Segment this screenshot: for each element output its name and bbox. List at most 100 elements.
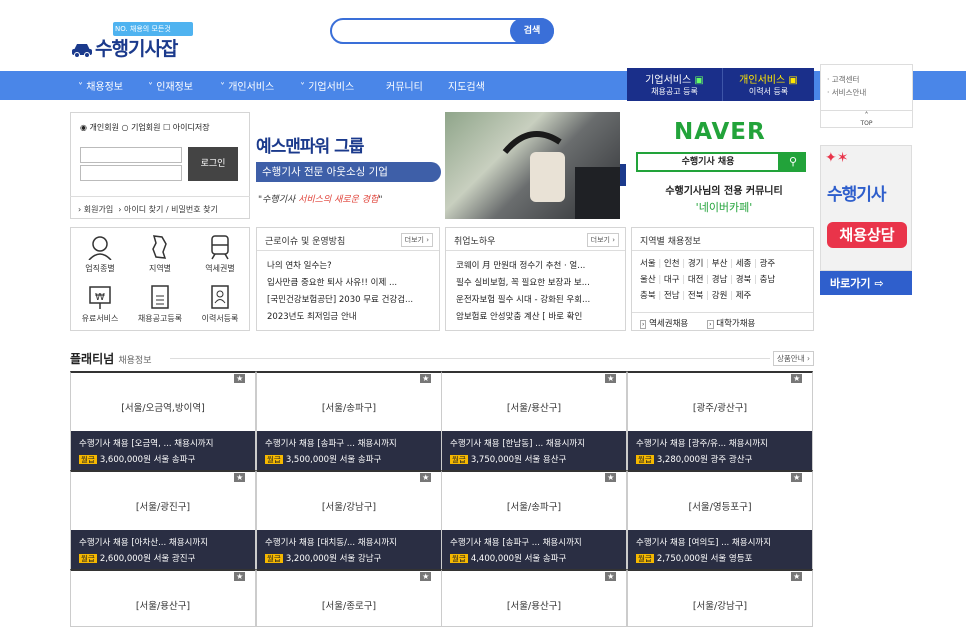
job-tips-panel: 취업노하우 더보기 › 코웨이 月 만원대 정수기 추천 · 얼... 필수 실비… [445,227,626,331]
personal-service-button[interactable]: 개인서비스 ▣ 이력서 등록 [722,68,814,101]
join-link[interactable]: 회원가입 [84,205,113,214]
job-card[interactable]: ★ + [서울/강남구] 수행기사 채용 [대치동/... 채용시까지 월급 3,200,… [256,470,442,570]
naver-cafe-banner[interactable]: NAVER 수행기사 채용 ⚲ 수행기사님의 전용 커뮤니티 '네이버카페' [634,112,814,219]
region-link[interactable]: 제주 [736,291,752,301]
list-item[interactable]: 2023년도 최저임금 안내 [257,309,439,326]
job-card[interactable]: ★ + [서울/용산구] [441,569,627,627]
bookmark-star-icon[interactable]: ★ + [605,473,623,482]
region-link[interactable]: 경북 [736,275,752,285]
nav-item-business[interactable]: ˅ 기업서비스 [300,78,354,93]
document-edit-icon [151,285,169,309]
job-card[interactable]: ★ + [서울/송파구] 수행기사 채용 [송파구 ... 채용시까지 월급 3,500,… [256,371,442,471]
bookmark-star-icon[interactable]: ★ + [791,473,809,482]
job-card[interactable]: ★ + [서울/용산구] 수행기사 채용 [한남동] ... 채용시까지 월급 3,750… [441,371,627,471]
region-link[interactable]: 울산 [640,275,656,285]
region-link[interactable]: 충남 [760,275,776,285]
job-card[interactable]: ★ + [광주/광산구] 수행기사 채용 [광주/유... 채용시까지 월급 3,280,… [627,371,813,471]
job-card[interactable]: ★ + [서울/광진구] 수행기사 채용 [아차산... 채용시까지 월급 2,600,0… [70,470,256,570]
bookmark-star-icon[interactable]: ★ + [420,374,438,383]
business-service-title: 기업서비스 ▣ [645,75,704,86]
labor-more-button[interactable]: 더보기 › [400,233,433,247]
job-card-location: [서울/오금역,방이역] [121,403,205,414]
job-card[interactable]: ★ + [서울/강남구] [627,569,813,627]
bookmark-star-icon[interactable]: ★ + [234,374,252,383]
job-card-info: 수행기사 채용 [여의도] ... 채용시까지 월급 2,750,000원 서울 영… [628,530,812,570]
password-field[interactable] [80,165,182,181]
job-card[interactable]: ★ + [서울/종로구] [256,569,442,627]
find-account-link[interactable]: 아이디 찾기 / 비밀번호 찾기 [124,205,218,214]
list-item[interactable]: 필수 실비보험, 꼭 필요한 보장과 보... [446,275,625,292]
quick-region[interactable]: 지역별 [130,232,190,274]
search-button[interactable]: 검색 [510,18,554,44]
list-item[interactable]: 입사만큼 중요한 퇴사 사유!! 이제 ... [257,275,439,292]
business-service-sub: 채용공고 등록 [651,87,698,96]
nav-item-map-search[interactable]: 지도검색 [448,78,485,93]
job-card-location: [서울/강남구] [692,601,748,612]
list-item[interactable]: 암보험료 안성맞춤 계산 [ 바로 확인 [446,309,625,326]
bookmark-star-icon[interactable]: ★ + [234,572,252,581]
region-link[interactable]: 대전 [688,275,704,285]
region-link[interactable]: 인천 [664,259,680,269]
banner-next-indicator[interactable] [620,164,626,186]
radio-personal[interactable]: ◉ [80,123,87,132]
side-menu-service-guide[interactable]: · 서비스안내 [827,86,906,99]
station-jobs-button[interactable]: 역세권채용 [649,319,688,329]
recruit-consult-banner[interactable]: ✦✶ 수행기사 채용상담 [820,145,912,271]
save-id-checkbox[interactable]: ☐ [163,123,170,132]
bookmark-star-icon[interactable]: ★ + [791,572,809,581]
region-link[interactable]: 경남 [712,275,728,285]
region-link[interactable]: 세종 [736,259,752,269]
region-link[interactable]: 부산 [712,259,728,269]
scroll-top-button[interactable]: ˄ TOP [820,110,913,128]
side-menu-customer-center[interactable]: · 고객센터 [827,73,906,86]
nav-item-personal[interactable]: ˅ 개인서비스 [220,78,274,93]
business-service-button[interactable]: 기업서비스 ▣ 채용공고 등록 [627,68,722,101]
job-card-pay: 월급 3,500,000원 서울 송파구 [265,455,382,465]
product-info-button[interactable]: 상품안내 › [773,351,814,366]
quick-paid-service[interactable]: ₩ 유료서비스 [70,282,130,324]
bookmark-star-icon[interactable]: ★ + [234,473,252,482]
university-jobs-button[interactable]: 대학가채용 [716,319,755,329]
right-banner-sub: 채용상담 [827,222,907,248]
job-card[interactable]: ★ + [서울/오금역,방이역] 수행기사 채용 [오금역, ... 채용시까지 월급 3… [70,371,256,471]
quick-station[interactable]: 역세권별 [190,232,250,274]
pay-badge: 월급 [636,554,654,563]
quick-job-type[interactable]: 업직종별 [70,232,130,274]
list-item[interactable]: 운전자보험 필수 시대 - 강화된 우회... [446,292,625,309]
user-id-field[interactable] [80,147,182,163]
nav-item-community[interactable]: 커뮤니티 [386,78,423,93]
promo-banner[interactable]: 예스맨파워 그룹 수행기사 전문 아웃소싱 기업 "수행기사 서비스의 새로운 … [256,112,626,219]
bookmark-star-icon[interactable]: ★ + [420,572,438,581]
job-card[interactable]: ★ + [서울/용산구] [70,569,256,627]
bookmark-star-icon[interactable]: ★ + [420,473,438,482]
nav-item-talent[interactable]: ˅ 인재정보 [148,78,193,93]
login-button[interactable]: 로그인 [188,147,238,181]
region-link[interactable]: 경기 [688,259,704,269]
region-link[interactable]: 대구 [664,275,680,285]
naver-search-query: 수행기사 채용 [636,152,780,172]
quick-post-job[interactable]: 채용공고등록 [130,282,190,324]
region-link[interactable]: 강원 [712,291,728,301]
region-link[interactable]: 서울 [640,259,656,269]
job-card[interactable]: ★ + [서울/송파구] 수행기사 채용 [송파구 ... 채용시까지 월급 4,400,… [441,470,627,570]
region-link[interactable]: 광주 [760,259,776,269]
pay-badge: 월급 [265,455,283,464]
job-card[interactable]: ★ + [서울/영등포구] 수행기사 채용 [여의도] ... 채용시까지 월급 2,75… [627,470,813,570]
go-button[interactable]: 바로가기 ⇨ [820,271,912,295]
radio-company[interactable]: ○ [122,123,129,132]
bookmark-star-icon[interactable]: ★ + [791,374,809,383]
quick-post-resume[interactable]: 이력서등록 [190,282,250,324]
bookmark-star-icon[interactable]: ★ + [605,572,623,581]
list-item[interactable]: 나의 연차 일수는? [257,258,439,275]
site-logo[interactable]: 수행기사잡 [95,34,178,61]
labor-issue-panel: 근로이슈 및 운영방침 더보기 › 나의 연차 일수는? 입사만큼 중요한 퇴사 … [256,227,440,331]
region-link[interactable]: 충북 [640,291,656,301]
nav-item-jobs[interactable]: ˅ 채용정보 [78,78,123,93]
job-tips-more-button[interactable]: 더보기 › [586,233,619,247]
bookmark-star-icon[interactable]: ★ + [605,374,623,383]
region-link[interactable]: 전북 [688,291,704,301]
job-card-info: 수행기사 채용 [오금역, ... 채용시까지 월급 3,600,000원 서울 송… [71,431,255,471]
list-item[interactable]: [국민건강보험공단] 2030 무료 건강검... [257,292,439,309]
list-item[interactable]: 코웨이 月 만원대 정수기 추천 · 얼... [446,258,625,275]
region-link[interactable]: 전남 [664,291,680,301]
